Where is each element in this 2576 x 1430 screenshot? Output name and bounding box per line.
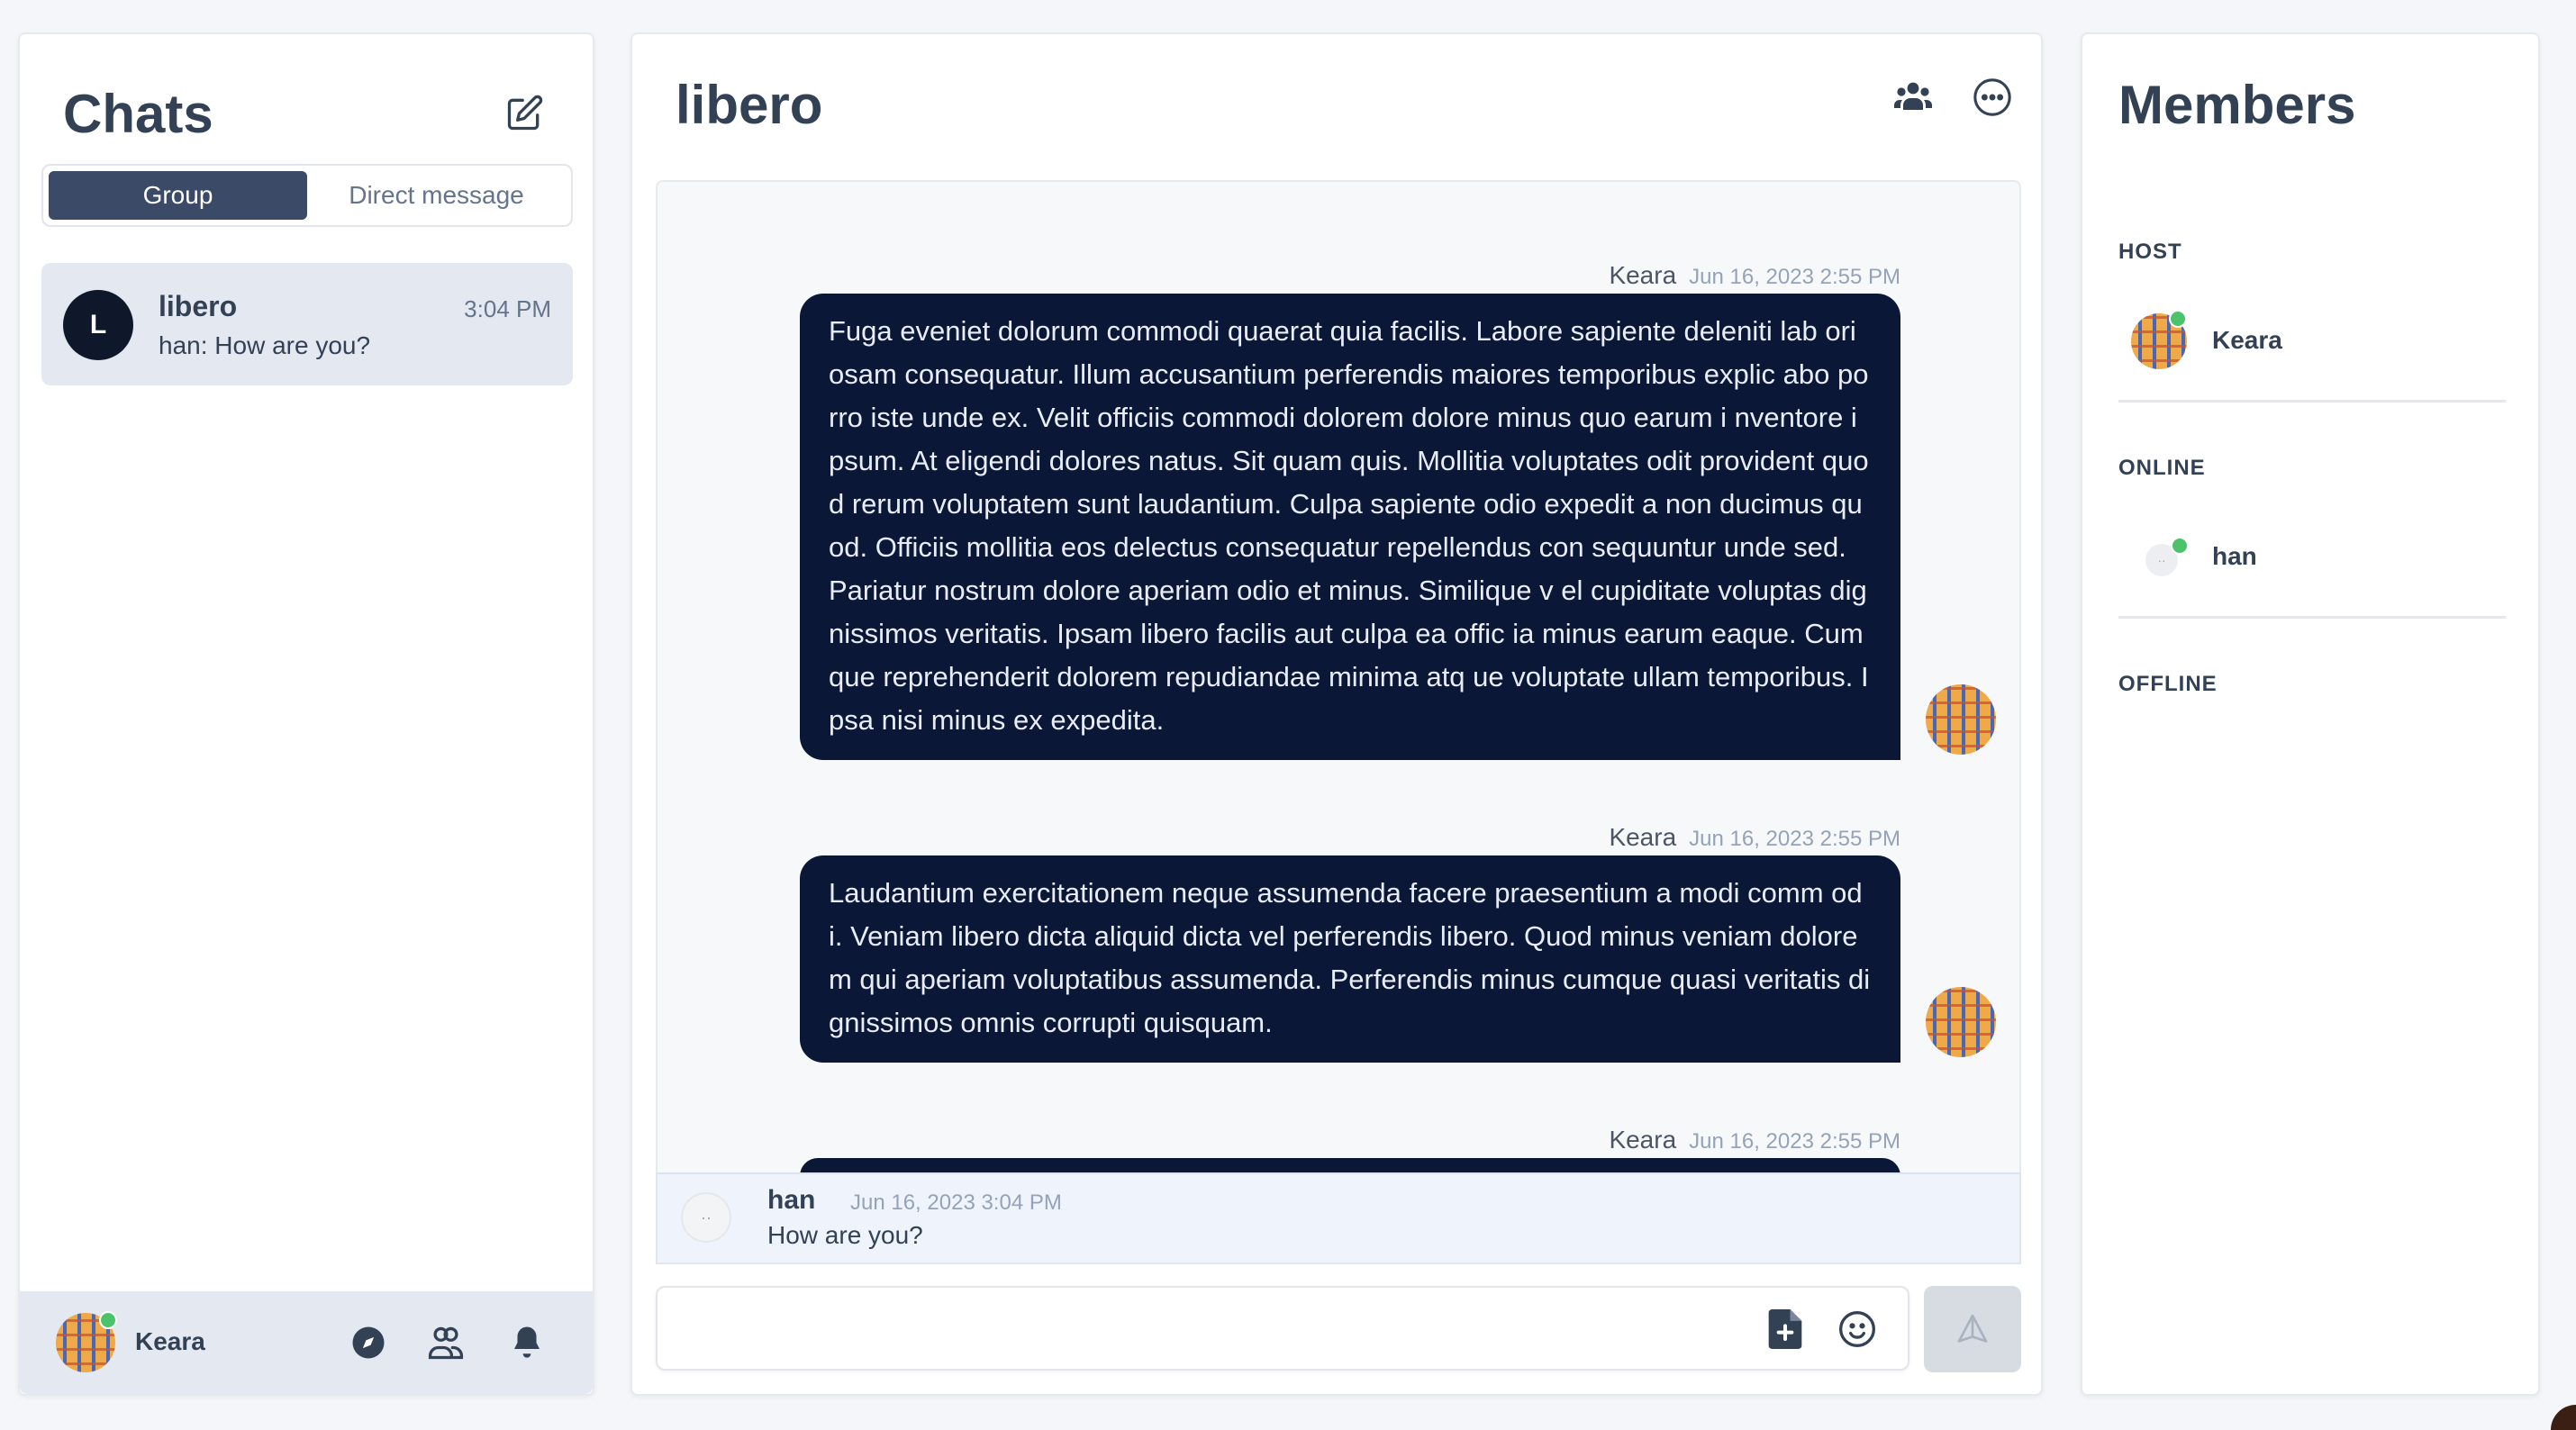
current-user-bar: Keara xyxy=(20,1291,593,1394)
chat-type-toggle: Group Direct message xyxy=(41,164,573,227)
online-indicator xyxy=(2169,310,2187,328)
chat-preview: han: How are you? xyxy=(159,331,371,359)
preview-timestamp: Jun 16, 2023 3:04 PM xyxy=(850,1190,1062,1215)
message-timestamp: Jun 16, 2023 2:55 PM xyxy=(1689,827,1900,851)
message-input[interactable] xyxy=(676,1302,1738,1354)
section-label-host: HOST xyxy=(2118,240,2182,264)
members-panel: Members HOST Keara ONLINE ·· han OFFLINE xyxy=(2081,32,2540,1396)
preview-author: han xyxy=(767,1185,816,1215)
emoji-button[interactable] xyxy=(1834,1306,1881,1353)
bell-icon xyxy=(514,1326,540,1358)
compass-icon xyxy=(352,1326,385,1359)
chat-time: 3:04 PM xyxy=(464,295,551,322)
more-icon xyxy=(1973,78,2011,116)
message-author: Keara xyxy=(1609,261,1677,289)
avatar: ·· xyxy=(681,1192,731,1243)
contacts-icon xyxy=(428,1326,464,1360)
explore-button[interactable] xyxy=(346,1320,391,1365)
attach-file-button[interactable] xyxy=(1762,1306,1809,1353)
message-composer xyxy=(656,1286,1909,1371)
avatar[interactable] xyxy=(1926,987,1996,1057)
preview-text: How are you? xyxy=(767,1221,923,1249)
current-user-name: Keara xyxy=(135,1327,205,1355)
message: Keara Jun 16, 2023 2:55 PM xyxy=(800,1126,1900,1176)
contacts-button[interactable] xyxy=(423,1320,468,1365)
send-button[interactable] xyxy=(1924,1286,2021,1372)
latest-message-preview[interactable]: ·· han Jun 16, 2023 3:04 PM How are you? xyxy=(656,1172,2021,1264)
chat-name: libero xyxy=(159,290,238,322)
message-list[interactable]: Keara Jun 16, 2023 2:55 PM Fuga eveniet d… xyxy=(656,180,2021,1207)
edit-icon xyxy=(507,95,543,131)
member-item-keara[interactable]: Keara xyxy=(2118,304,2506,376)
divider xyxy=(2118,616,2506,619)
section-label-online: ONLINE xyxy=(2118,456,2206,480)
more-options-button[interactable] xyxy=(1965,70,2019,124)
chat-avatar: L xyxy=(63,290,133,360)
chat-list-item[interactable]: L libero 3:04 PM han: How are you? xyxy=(41,263,573,385)
tab-direct-message[interactable]: Direct message xyxy=(307,171,566,220)
message: Keara Jun 16, 2023 2:55 PM Fuga eveniet d… xyxy=(800,261,1900,760)
member-name: han xyxy=(2212,542,2257,570)
divider xyxy=(2118,400,2506,403)
section-label-offline: OFFLINE xyxy=(2118,672,2218,696)
message: Keara Jun 16, 2023 2:55 PM Laudantium exe… xyxy=(800,823,1900,1063)
message-bubble: Laudantium exercitationem neque assumend… xyxy=(800,855,1900,1063)
conversation-title: libero xyxy=(676,75,823,135)
members-button[interactable] xyxy=(1886,70,1940,124)
message-author: Keara xyxy=(1609,823,1677,851)
member-item-han[interactable]: ·· han xyxy=(2118,520,2506,593)
conversation-panel: libero Keara Jun 16, 2023 2:55 PM Fuga ev… xyxy=(630,32,2043,1396)
avatar xyxy=(2131,310,2187,369)
emoji-icon xyxy=(1839,1311,1875,1347)
avatar[interactable] xyxy=(56,1311,117,1372)
notifications-button[interactable] xyxy=(504,1320,549,1365)
online-indicator xyxy=(2171,537,2189,555)
message-bubble: Fuga eveniet dolorum commodi quaerat qui… xyxy=(800,294,1900,760)
members-title: Members xyxy=(2118,75,2356,135)
compose-button[interactable] xyxy=(497,86,551,140)
window-corner xyxy=(2551,1405,2576,1430)
member-name: Keara xyxy=(2212,326,2282,354)
members-icon xyxy=(1894,82,1932,110)
chats-sidebar: Chats Group Direct message L libero 3:04… xyxy=(18,32,594,1396)
tab-group[interactable]: Group xyxy=(49,171,307,220)
avatar[interactable] xyxy=(1926,684,1996,755)
online-indicator xyxy=(99,1311,117,1329)
send-icon xyxy=(1957,1314,1988,1343)
file-plus-icon xyxy=(1768,1309,1802,1349)
sidebar-title: Chats xyxy=(63,84,213,144)
message-author: Keara xyxy=(1609,1126,1677,1154)
message-timestamp: Jun 16, 2023 2:55 PM xyxy=(1689,265,1900,289)
message-timestamp: Jun 16, 2023 2:55 PM xyxy=(1689,1129,1900,1154)
